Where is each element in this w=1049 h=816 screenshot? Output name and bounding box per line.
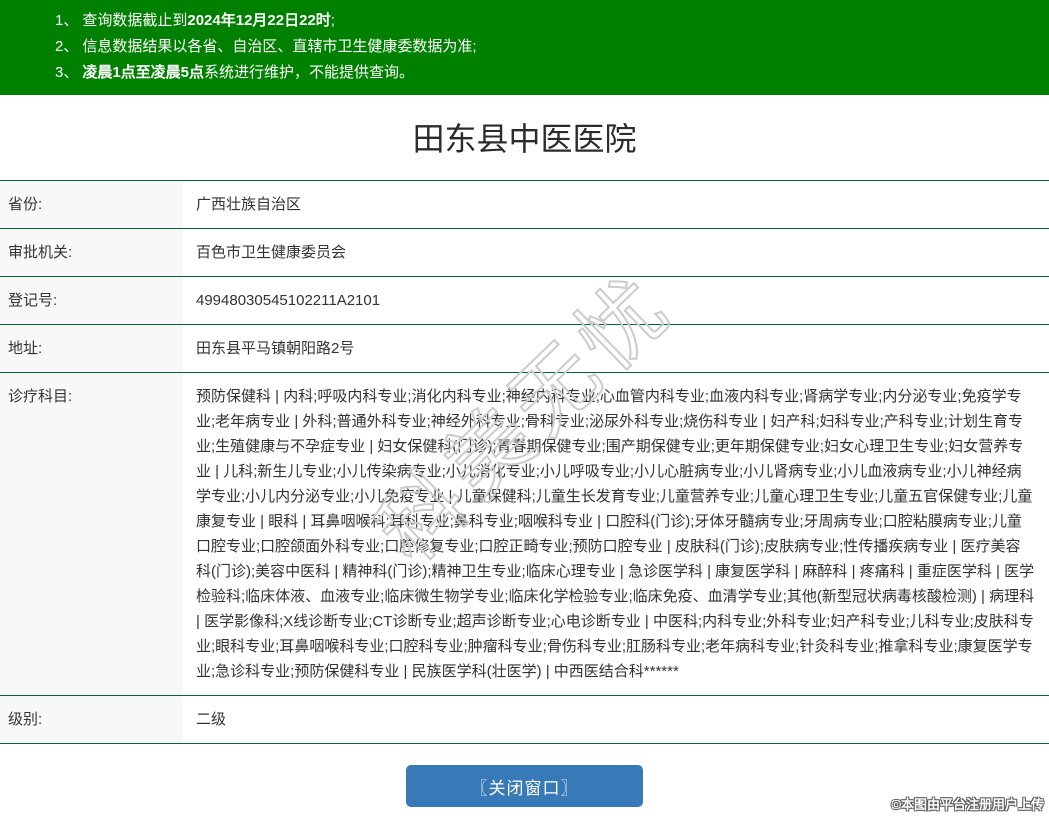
notice-number: 1、 — [55, 12, 78, 29]
row-value: 预防保健科 | 内科;呼吸内科专业;消化内科专业;神经内科专业;心血管内科专业;… — [183, 373, 1049, 695]
page-title: 田东县中医医院 — [0, 121, 1049, 158]
row-label: 登记号: — [0, 277, 183, 324]
table-row-level: 级别: 二级 — [0, 696, 1049, 744]
row-label: 审批机关: — [0, 229, 183, 276]
notice-banner: 1、查询数据截止到2024年12月22日22时; 2、信息数据结果以各省、自治区… — [0, 0, 1049, 95]
notice-text-post: ; — [331, 12, 335, 29]
row-label: 地址: — [0, 325, 183, 372]
table-row-address: 地址: 田东县平马镇朝阳路2号 — [0, 325, 1049, 373]
notice-number: 2、 — [55, 38, 78, 55]
notice-text-bold: 凌晨1点至凌晨5点 — [82, 64, 204, 81]
notice-line-3: 3、凌晨1点至凌晨5点系统进行维护，不能提供查询。 — [55, 60, 1039, 86]
row-value: 49948030545102211A2101 — [183, 277, 1049, 324]
row-value: 田东县平马镇朝阳路2号 — [183, 325, 1049, 372]
table-row-medical-subjects: 诊疗科目: 预防保健科 | 内科;呼吸内科专业;消化内科专业;神经内科专业;心血… — [0, 373, 1049, 696]
row-value: 二级 — [183, 696, 1049, 743]
notice-number: 3、 — [55, 64, 78, 81]
table-row-approval-authority: 审批机关: 百色市卫生健康委员会 — [0, 229, 1049, 277]
notice-text: 信息数据结果以各省、自治区、直辖市卫生健康委数据为准; — [82, 38, 476, 55]
button-row: 〖关闭窗口〗 — [0, 765, 1049, 807]
row-value: 百色市卫生健康委员会 — [183, 229, 1049, 276]
close-window-button[interactable]: 〖关闭窗口〗 — [406, 765, 643, 807]
row-label: 省份: — [0, 181, 183, 228]
row-label: 级别: — [0, 696, 183, 743]
hospital-details-table: 省份: 广西壮族自治区 审批机关: 百色市卫生健康委员会 登记号: 499480… — [0, 180, 1049, 744]
table-row-registration-number: 登记号: 49948030545102211A2101 — [0, 277, 1049, 325]
notice-line-1: 1、查询数据截止到2024年12月22日22时; — [55, 8, 1039, 34]
notice-line-2: 2、信息数据结果以各省、自治区、直辖市卫生健康委数据为准; — [55, 34, 1039, 60]
notice-text-bold: 2024年12月22日22时 — [187, 12, 330, 29]
notice-text: 查询数据截止到 — [82, 12, 187, 29]
notice-text-post: 系统进行维护，不能提供查询。 — [204, 64, 414, 81]
table-row-province: 省份: 广西壮族自治区 — [0, 181, 1049, 229]
row-label: 诊疗科目: — [0, 373, 183, 695]
row-value: 广西壮族自治区 — [183, 181, 1049, 228]
